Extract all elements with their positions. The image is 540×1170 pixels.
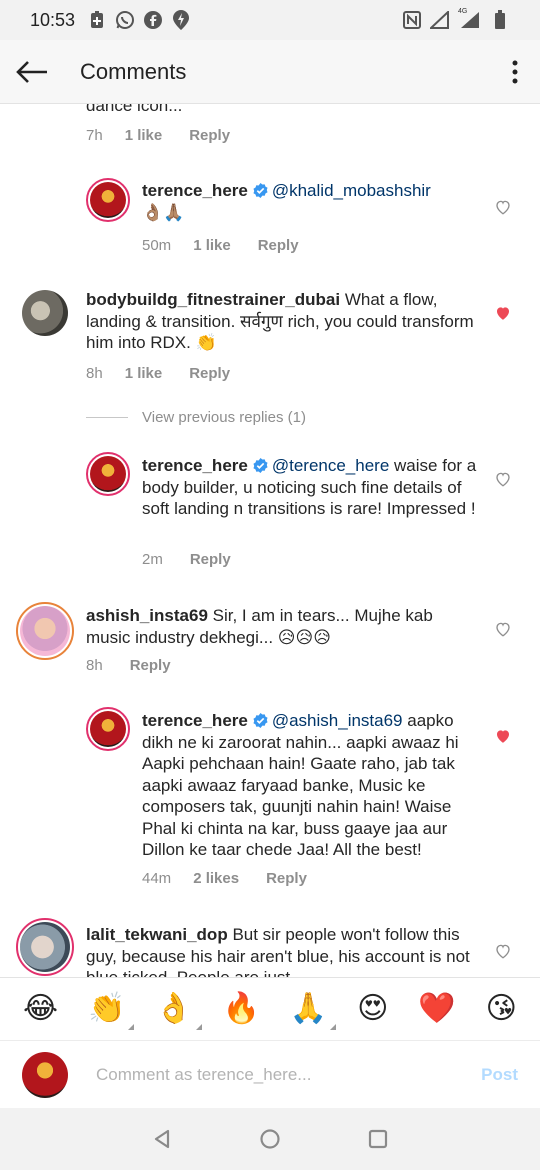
comment-meta: 44m 2 likes Reply	[142, 870, 307, 887]
comment-likes[interactable]: 1 like	[125, 127, 163, 144]
comment-mention[interactable]: @khalid_mobashshir	[272, 181, 431, 200]
like-heart-filled-icon[interactable]	[494, 727, 512, 745]
comment-time: 8h	[86, 365, 103, 382]
verified-badge-icon	[253, 183, 268, 198]
comment-username[interactable]: terence_here	[142, 711, 248, 730]
emoji-button-ok-hand[interactable]: 👌	[155, 993, 202, 1030]
nav-back-icon[interactable]	[151, 1128, 173, 1150]
reply-button[interactable]: Reply	[190, 551, 231, 568]
comment-username[interactable]: terence_here	[142, 456, 248, 475]
comment-username[interactable]: terence_here	[142, 181, 248, 200]
comment-meta: 8h Reply	[86, 657, 171, 674]
comment-time: 2m	[142, 551, 163, 568]
comment-time: 50m	[142, 237, 172, 254]
view-previous-replies-button[interactable]: View previous replies (1)	[86, 409, 306, 426]
comment-time: 44m	[142, 870, 172, 887]
nav-home-icon[interactable]	[259, 1128, 281, 1150]
notification-icons	[87, 10, 191, 30]
comment-time: 7h	[86, 127, 103, 144]
avatar[interactable]	[86, 707, 130, 751]
view-previous-replies-label: View previous replies (1)	[142, 409, 306, 426]
like-heart-filled-icon[interactable]	[494, 304, 512, 322]
comment-likes[interactable]: 1 like	[193, 237, 231, 254]
more-options-button[interactable]	[490, 40, 540, 104]
reply-button[interactable]: Reply	[266, 870, 307, 887]
comment-composer: Post	[0, 1040, 540, 1108]
signal-empty-icon	[430, 10, 450, 30]
emoji-button-pray[interactable]: 🙏	[290, 993, 337, 1030]
comment-time: 8h	[86, 657, 103, 674]
skin-tone-indicator	[195, 1023, 202, 1030]
page-title: Comments	[80, 58, 187, 84]
reply-button[interactable]: Reply	[189, 127, 230, 144]
comment-input[interactable]	[96, 1064, 446, 1085]
comment-meta: 50m 1 like Reply	[142, 237, 299, 254]
facebook-icon	[143, 10, 163, 30]
comment-text: bodybuildg_fitnestrainer_dubai What a fl…	[86, 290, 474, 352]
comment-username[interactable]: bodybuildg_fitnestrainer_dubai	[86, 290, 340, 309]
app-notification-icon	[171, 10, 191, 30]
my-avatar	[22, 1051, 68, 1098]
back-arrow-icon	[16, 60, 47, 83]
avatar[interactable]	[22, 290, 68, 336]
like-heart-outline-icon[interactable]	[494, 198, 512, 216]
comment-text: dance icon...	[86, 104, 183, 115]
skin-tone-indicator	[128, 1023, 135, 1030]
status-time: 10:53	[30, 9, 76, 30]
avatar[interactable]	[16, 602, 74, 660]
like-heart-outline-icon[interactable]	[494, 942, 512, 960]
mobile-signal-icon: 4G	[458, 8, 482, 30]
comment-list[interactable]: dance icon... 7h 1 like Reply terence_he…	[0, 104, 540, 977]
more-vertical-icon	[512, 60, 518, 83]
comment-mention[interactable]: @terence_here	[272, 456, 389, 475]
comment-text: ashish_insta69 Sir, I am in tears... Muj…	[86, 606, 433, 647]
comment-likes[interactable]: 2 likes	[193, 870, 239, 887]
avatar[interactable]	[86, 452, 130, 496]
emoji-button-kiss[interactable]: 😘	[486, 993, 517, 1024]
network-type-label: 4G	[458, 8, 468, 15]
comment-username[interactable]: lalit_tekwani_dop	[86, 925, 228, 944]
comment-meta: 7h 1 like Reply	[86, 127, 230, 144]
whatsapp-icon	[115, 10, 135, 30]
comment-mention[interactable]: @ashish_insta69	[272, 711, 403, 730]
emoji-button-fire[interactable]: 🔥	[223, 993, 260, 1024]
verified-badge-icon	[253, 458, 268, 473]
comment-likes[interactable]: 1 like	[125, 365, 163, 382]
back-button[interactable]	[2, 40, 62, 104]
like-heart-outline-icon[interactable]	[494, 470, 512, 488]
avatar[interactable]	[16, 918, 74, 976]
comment-text: terence_here @ashish_insta69 aapko dikh n…	[142, 711, 459, 859]
like-heart-outline-icon[interactable]	[494, 620, 512, 638]
emoji-button-heart-eyes[interactable]: 😍	[357, 993, 388, 1024]
emoji-quick-bar: 😂 👏 👌 🔥 🙏 😍 ❤️ 😘	[0, 977, 540, 1039]
app-bar: Comments	[0, 40, 540, 104]
divider-line	[86, 417, 128, 418]
comment-text: terence_here @khalid_mobashshir 👌🏽🙏🏽	[142, 181, 431, 222]
verified-badge-icon	[253, 713, 268, 728]
comment-username[interactable]: ashish_insta69	[86, 606, 208, 625]
comment-meta: 8h 1 like Reply	[86, 365, 230, 382]
comment-text: lalit_tekwani_dop But sir people won't f…	[86, 925, 470, 977]
emoji-button-red-heart[interactable]: ❤️	[418, 993, 455, 1024]
emoji-button-clap[interactable]: 👏	[88, 993, 135, 1030]
avatar[interactable]	[86, 178, 130, 222]
system-icons: 4G	[402, 8, 510, 30]
comment-meta: 2m Reply	[142, 551, 231, 568]
comment-text: terence_here @terence_here waise for a bo…	[142, 456, 477, 518]
reply-button[interactable]: Reply	[258, 237, 299, 254]
skin-tone-indicator	[330, 1023, 337, 1030]
status-bar: 10:53 4G	[0, 0, 540, 40]
nfc-icon	[402, 10, 422, 30]
emoji-button-laughing[interactable]: 😂	[23, 993, 58, 1024]
battery-icon	[490, 10, 510, 30]
system-nav-bar	[0, 1108, 540, 1170]
nav-recents-icon[interactable]	[367, 1128, 389, 1150]
battery-saver-icon	[87, 10, 107, 30]
reply-button[interactable]: Reply	[130, 657, 171, 674]
reply-button[interactable]: Reply	[189, 365, 230, 382]
post-button[interactable]: Post	[481, 1065, 518, 1085]
